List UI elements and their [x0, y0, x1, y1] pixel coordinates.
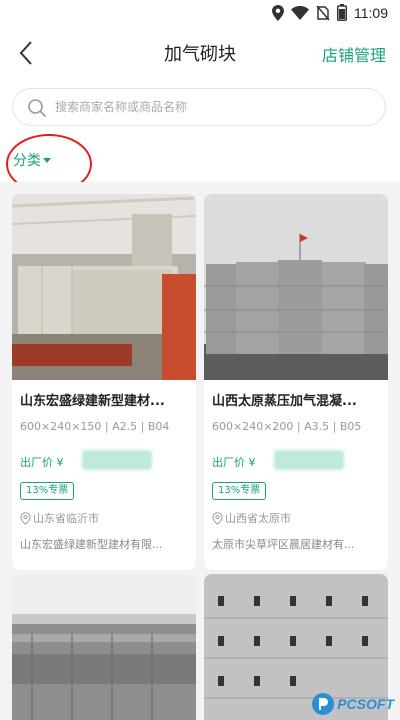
- product-name: 山东宏盛绿建新型建材...: [20, 394, 165, 409]
- watermark-logo-icon: [312, 693, 335, 715]
- product-name: 山西太原蒸压加气混凝...: [212, 394, 357, 409]
- product-card[interactable]: [12, 574, 196, 720]
- company-name: 山东宏盛绿建新型建材有限...: [20, 538, 163, 551]
- search-box[interactable]: [12, 88, 386, 126]
- price-label: 出厂价 ¥: [212, 456, 256, 469]
- product-card[interactable]: 山东宏盛绿建新型建材... 600×240×150 | A2.5 | B04 出…: [12, 194, 196, 570]
- search-icon: [28, 99, 46, 117]
- watermark-text: PCSOFT: [337, 696, 394, 712]
- location-text: 山东省临沂市: [33, 512, 99, 525]
- product-location: 山东省临沂市: [20, 510, 99, 526]
- watermark: PCSOFT: [311, 692, 394, 716]
- category-filter-label: 分类: [13, 153, 41, 169]
- no-sim-icon: [316, 5, 330, 20]
- category-filter-button[interactable]: 分类: [13, 150, 51, 170]
- status-bar: 11:09: [0, 0, 400, 28]
- status-icons: 11:09: [272, 4, 388, 21]
- invoice-tag: 13%专票: [20, 482, 75, 500]
- wifi-icon: [291, 5, 309, 20]
- price-label: 出厂价 ¥: [20, 456, 64, 469]
- price-value-blurred: [82, 450, 152, 470]
- price-value-blurred: [274, 450, 344, 470]
- product-spec: 600×240×200 | A3.5 | B05: [212, 420, 362, 433]
- product-spec: 600×240×150 | A2.5 | B04: [20, 420, 170, 433]
- company-name: 太原市尖草坪区晨居建材有...: [212, 538, 355, 551]
- shop-management-button[interactable]: 店铺管理: [322, 42, 386, 66]
- location-text: 山西省太原市: [225, 512, 291, 525]
- product-card[interactable]: 山西太原蒸压加气混凝... 600×240×200 | A3.5 | B05 出…: [204, 194, 388, 570]
- location-pin-icon: [212, 511, 223, 525]
- location-icon: [272, 4, 284, 21]
- invoice-tag: 13%专票: [212, 482, 267, 500]
- status-time: 11:09: [354, 4, 388, 21]
- product-location: 山西省太原市: [212, 510, 291, 526]
- location-pin-icon: [20, 511, 31, 525]
- search-input[interactable]: [55, 89, 375, 125]
- header: 加气砌块 店铺管理: [0, 30, 400, 76]
- product-image: [204, 194, 388, 380]
- caret-down-icon: [43, 158, 51, 163]
- product-image: [12, 574, 196, 720]
- product-image: [12, 194, 196, 380]
- battery-icon: [337, 4, 347, 21]
